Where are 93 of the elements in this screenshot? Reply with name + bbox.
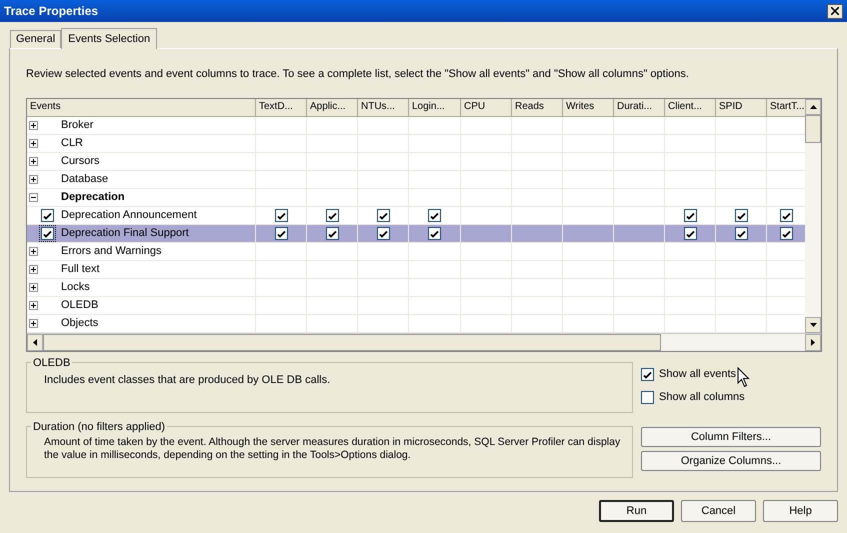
mouse-pointer-icon [737,367,750,388]
right-arrow-icon [811,339,815,346]
table-row[interactable]: Deprecation Announcement [27,207,805,225]
column-header[interactable]: Login... [409,99,461,117]
table-row[interactable]: Database [27,171,805,189]
checkbox[interactable] [734,209,748,222]
horizontal-scrollbar[interactable] [27,333,821,351]
category-label: CLR [61,137,84,150]
expand-toggle[interactable] [29,157,38,166]
table-row[interactable]: Deprecation [27,189,805,207]
dialog-button[interactable]: Run [599,500,674,522]
expand-toggle[interactable] [29,139,38,148]
table-row[interactable]: Broker [27,117,805,135]
table-row[interactable]: Cursors [27,153,805,171]
left-arrow-icon [33,339,37,346]
checkbox[interactable] [780,209,793,222]
table-row[interactable]: Objects [27,315,805,333]
scroll-left-button[interactable] [27,334,43,351]
expand-toggle[interactable] [29,301,38,310]
vertical-scrollbar[interactable] [805,99,821,333]
expand-toggle[interactable] [29,121,38,130]
tab[interactable]: Events Selection [61,28,158,49]
close-icon [831,7,839,15]
checkbox[interactable] [641,368,654,381]
expand-toggle[interactable] [29,247,38,256]
close-button[interactable] [827,4,843,18]
checkbox[interactable] [326,209,338,222]
column-header[interactable]: Durati... [614,99,665,117]
instructions-text: Review selected events and event columns to trace. To see a complete list, select the "Show all events" and "Show all columns" options. [26,67,690,81]
column-header[interactable]: TextD... [256,99,307,117]
category-label: Cursors [61,155,100,168]
category-label: Objects [61,317,98,330]
dialog-button[interactable]: Help [763,500,838,522]
column-header[interactable]: CPU [461,99,512,117]
category-label: OLEDB [61,299,98,312]
checkbox-label[interactable]: Show all events [659,366,736,383]
category-label: Broker [61,119,94,132]
checkbox[interactable] [41,209,54,222]
event-label: Deprecation Final Support [61,227,189,240]
checkbox[interactable] [326,227,338,240]
checkbox[interactable] [641,391,654,404]
event-label: Deprecation Announcement [61,209,197,222]
column-description: Amount of time taken by the event. Although the server measures duration in microseconds, SQL Server Profiler can display the value in milliseconds, depending on the setting in the Tools>Options dialog. [44,436,622,462]
checkbox[interactable] [376,209,390,222]
dialog-button[interactable]: Column Filters... [641,427,821,447]
scroll-up-button[interactable] [805,99,821,115]
scroll-thumb[interactable] [43,334,661,351]
checkbox[interactable] [780,227,793,240]
up-arrow-icon [810,105,816,109]
category-label: Database [61,173,108,186]
checkbox[interactable] [274,227,288,240]
category-label: Full text [61,263,100,276]
expand-toggle[interactable] [29,175,38,184]
scroll-down-button[interactable] [805,317,821,333]
selected-row[interactable]: Deprecation Final Support [27,225,805,243]
column-header[interactable]: Applic... [307,99,358,117]
expand-toggle[interactable] [29,265,38,274]
expand-toggle[interactable] [29,283,38,292]
expand-toggle[interactable] [29,319,38,328]
table-row[interactable]: Full text [27,261,805,279]
checkbox[interactable] [376,227,390,240]
scroll-right-button[interactable] [805,334,821,351]
group-title: Duration (no filters applied) [31,419,168,436]
dialog-button[interactable]: Organize Columns... [641,451,821,471]
collapse-toggle[interactable] [29,193,38,202]
checkbox[interactable] [428,209,441,222]
category-label: Errors and Warnings [61,245,162,258]
checkbox[interactable] [734,227,748,240]
tab[interactable]: General [10,30,62,48]
category-label: Locks [61,281,90,294]
column-header[interactable]: Client... [665,99,716,117]
column-header[interactable]: StartT... [767,99,805,117]
checkbox[interactable] [274,209,288,222]
table-row[interactable]: Locks [27,279,805,297]
down-arrow-icon [810,323,816,327]
column-header[interactable]: NTUs... [358,99,409,117]
event-description: Includes event classes that are produced by OLE DB calls. [44,373,332,388]
column-header[interactable]: Events [27,99,256,117]
category-label: Deprecation [61,191,125,204]
table-row[interactable]: OLEDB [27,297,805,315]
window-title: Trace Properties [4,3,98,20]
checkbox-label[interactable]: Show all columns [659,389,745,406]
column-header[interactable]: Reads [512,99,563,117]
scroll-thumb[interactable] [805,115,821,143]
table-row[interactable]: Errors and Warnings [27,243,805,261]
column-header[interactable]: SPID [716,99,767,117]
table-row[interactable]: CLR [27,135,805,153]
checkbox[interactable] [684,227,696,240]
checkbox[interactable] [428,227,441,240]
dialog-button[interactable]: Cancel [681,500,756,522]
checkbox[interactable] [41,227,54,240]
checkbox[interactable] [684,209,696,222]
column-header[interactable]: Writes [563,99,614,117]
